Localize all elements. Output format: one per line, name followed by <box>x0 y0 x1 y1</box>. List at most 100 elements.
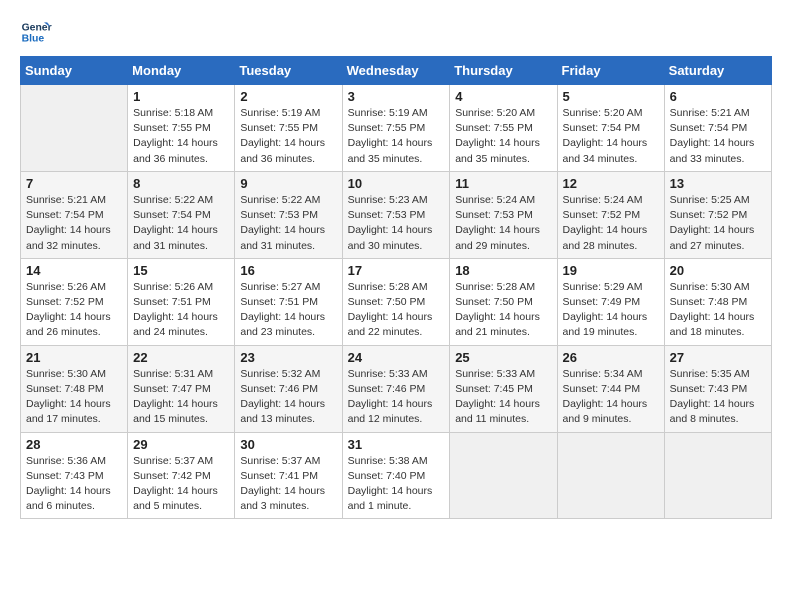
calendar-day-cell: 6 Sunrise: 5:21 AM Sunset: 7:54 PM Daylig… <box>664 85 771 172</box>
day-info: Sunrise: 5:30 AM Sunset: 7:48 PM Dayligh… <box>670 280 766 341</box>
day-info: Sunrise: 5:32 AM Sunset: 7:46 PM Dayligh… <box>240 367 336 428</box>
weekday-header: Thursday <box>450 57 557 85</box>
day-info: Sunrise: 5:37 AM Sunset: 7:42 PM Dayligh… <box>133 454 229 515</box>
calendar-day-cell: 28Sunrise: 5:36 AM Sunset: 7:43 PM Dayli… <box>21 432 128 519</box>
calendar-day-cell: 29 Sunrise: 5:37 AM Sunset: 7:42 PM Dayli… <box>128 432 235 519</box>
calendar-day-cell: 30Sunrise: 5:37 AM Sunset: 7:41 PM Dayli… <box>235 432 342 519</box>
day-info: Sunrise: 5:28 AM Sunset: 7:50 PM Dayligh… <box>348 280 445 341</box>
calendar-day-cell: 26Sunrise: 5:34 AM Sunset: 7:44 PM Dayli… <box>557 345 664 432</box>
calendar-day-cell: 4 Sunrise: 5:20 AM Sunset: 7:55 PM Daylig… <box>450 85 557 172</box>
calendar-day-cell: 12 Sunrise: 5:24 AM Sunset: 7:52 PM Dayli… <box>557 171 664 258</box>
day-number: 12 <box>563 176 659 191</box>
calendar-day-cell: 3 Sunrise: 5:19 AM Sunset: 7:55 PM Daylig… <box>342 85 450 172</box>
day-number: 3 <box>348 89 445 104</box>
calendar-day-cell <box>450 432 557 519</box>
calendar-day-cell: 16Sunrise: 5:27 AM Sunset: 7:51 PM Dayli… <box>235 258 342 345</box>
calendar-week-row: 14Sunrise: 5:26 AM Sunset: 7:52 PM Dayli… <box>21 258 772 345</box>
calendar-day-cell: 17 Sunrise: 5:28 AM Sunset: 7:50 PM Dayli… <box>342 258 450 345</box>
day-number: 20 <box>670 263 766 278</box>
day-info: Sunrise: 5:33 AM Sunset: 7:45 PM Dayligh… <box>455 367 551 428</box>
day-number: 10 <box>348 176 445 191</box>
calendar-day-cell: 7Sunrise: 5:21 AM Sunset: 7:54 PM Daylig… <box>21 171 128 258</box>
calendar-day-cell: 2 Sunrise: 5:19 AM Sunset: 7:55 PM Daylig… <box>235 85 342 172</box>
weekday-header: Sunday <box>21 57 128 85</box>
day-number: 24 <box>348 350 445 365</box>
calendar-day-cell: 21 Sunrise: 5:30 AM Sunset: 7:48 PM Dayli… <box>21 345 128 432</box>
day-info: Sunrise: 5:34 AM Sunset: 7:44 PM Dayligh… <box>563 367 659 428</box>
day-number: 30 <box>240 437 336 452</box>
day-number: 19 <box>563 263 659 278</box>
weekday-header: Saturday <box>664 57 771 85</box>
day-info: Sunrise: 5:30 AM Sunset: 7:48 PM Dayligh… <box>26 367 122 428</box>
weekday-header: Wednesday <box>342 57 450 85</box>
day-info: Sunrise: 5:38 AM Sunset: 7:40 PM Dayligh… <box>348 454 445 515</box>
day-info: Sunrise: 5:23 AM Sunset: 7:53 PM Dayligh… <box>348 193 445 254</box>
calendar-header-row: SundayMondayTuesdayWednesdayThursdayFrid… <box>21 57 772 85</box>
day-number: 2 <box>240 89 336 104</box>
calendar-table: SundayMondayTuesdayWednesdayThursdayFrid… <box>20 56 772 519</box>
day-info: Sunrise: 5:21 AM Sunset: 7:54 PM Dayligh… <box>670 106 766 167</box>
day-number: 13 <box>670 176 766 191</box>
day-number: 21 <box>26 350 122 365</box>
day-info: Sunrise: 5:24 AM Sunset: 7:53 PM Dayligh… <box>455 193 551 254</box>
day-number: 4 <box>455 89 551 104</box>
calendar-day-cell: 13 Sunrise: 5:25 AM Sunset: 7:52 PM Dayli… <box>664 171 771 258</box>
calendar-day-cell: 15 Sunrise: 5:26 AM Sunset: 7:51 PM Dayli… <box>128 258 235 345</box>
day-info: Sunrise: 5:22 AM Sunset: 7:54 PM Dayligh… <box>133 193 229 254</box>
day-number: 15 <box>133 263 229 278</box>
day-info: Sunrise: 5:31 AM Sunset: 7:47 PM Dayligh… <box>133 367 229 428</box>
day-info: Sunrise: 5:19 AM Sunset: 7:55 PM Dayligh… <box>348 106 445 167</box>
day-number: 28 <box>26 437 122 452</box>
day-number: 7 <box>26 176 122 191</box>
day-number: 1 <box>133 89 229 104</box>
day-info: Sunrise: 5:20 AM Sunset: 7:55 PM Dayligh… <box>455 106 551 167</box>
day-info: Sunrise: 5:26 AM Sunset: 7:51 PM Dayligh… <box>133 280 229 341</box>
day-number: 23 <box>240 350 336 365</box>
day-info: Sunrise: 5:28 AM Sunset: 7:50 PM Dayligh… <box>455 280 551 341</box>
day-info: Sunrise: 5:19 AM Sunset: 7:55 PM Dayligh… <box>240 106 336 167</box>
calendar-week-row: 21 Sunrise: 5:30 AM Sunset: 7:48 PM Dayli… <box>21 345 772 432</box>
day-number: 5 <box>563 89 659 104</box>
day-number: 8 <box>133 176 229 191</box>
calendar-day-cell: 24 Sunrise: 5:33 AM Sunset: 7:46 PM Dayli… <box>342 345 450 432</box>
day-number: 11 <box>455 176 551 191</box>
calendar-day-cell: 9 Sunrise: 5:22 AM Sunset: 7:53 PM Daylig… <box>235 171 342 258</box>
day-info: Sunrise: 5:24 AM Sunset: 7:52 PM Dayligh… <box>563 193 659 254</box>
calendar-day-cell: 31 Sunrise: 5:38 AM Sunset: 7:40 PM Dayli… <box>342 432 450 519</box>
calendar-day-cell: 5 Sunrise: 5:20 AM Sunset: 7:54 PM Daylig… <box>557 85 664 172</box>
day-number: 29 <box>133 437 229 452</box>
calendar-day-cell: 8 Sunrise: 5:22 AM Sunset: 7:54 PM Daylig… <box>128 171 235 258</box>
calendar-day-cell: 1 Sunrise: 5:18 AM Sunset: 7:55 PM Daylig… <box>128 85 235 172</box>
weekday-header: Monday <box>128 57 235 85</box>
calendar-day-cell: 22 Sunrise: 5:31 AM Sunset: 7:47 PM Dayli… <box>128 345 235 432</box>
calendar-day-cell: 27 Sunrise: 5:35 AM Sunset: 7:43 PM Dayli… <box>664 345 771 432</box>
day-info: Sunrise: 5:20 AM Sunset: 7:54 PM Dayligh… <box>563 106 659 167</box>
logo-icon: General Blue <box>20 16 52 48</box>
day-number: 17 <box>348 263 445 278</box>
calendar-day-cell: 25Sunrise: 5:33 AM Sunset: 7:45 PM Dayli… <box>450 345 557 432</box>
day-number: 6 <box>670 89 766 104</box>
day-number: 22 <box>133 350 229 365</box>
day-number: 31 <box>348 437 445 452</box>
day-info: Sunrise: 5:22 AM Sunset: 7:53 PM Dayligh… <box>240 193 336 254</box>
day-number: 18 <box>455 263 551 278</box>
page-header: General Blue <box>20 16 772 48</box>
day-info: Sunrise: 5:18 AM Sunset: 7:55 PM Dayligh… <box>133 106 229 167</box>
svg-text:Blue: Blue <box>22 34 45 45</box>
day-info: Sunrise: 5:27 AM Sunset: 7:51 PM Dayligh… <box>240 280 336 341</box>
day-info: Sunrise: 5:35 AM Sunset: 7:43 PM Dayligh… <box>670 367 766 428</box>
calendar-day-cell: 11 Sunrise: 5:24 AM Sunset: 7:53 PM Dayli… <box>450 171 557 258</box>
calendar-day-cell: 19 Sunrise: 5:29 AM Sunset: 7:49 PM Dayli… <box>557 258 664 345</box>
day-number: 9 <box>240 176 336 191</box>
day-info: Sunrise: 5:33 AM Sunset: 7:46 PM Dayligh… <box>348 367 445 428</box>
calendar-day-cell: 14Sunrise: 5:26 AM Sunset: 7:52 PM Dayli… <box>21 258 128 345</box>
day-number: 27 <box>670 350 766 365</box>
calendar-day-cell <box>21 85 128 172</box>
day-info: Sunrise: 5:26 AM Sunset: 7:52 PM Dayligh… <box>26 280 122 341</box>
weekday-header: Tuesday <box>235 57 342 85</box>
day-info: Sunrise: 5:25 AM Sunset: 7:52 PM Dayligh… <box>670 193 766 254</box>
calendar-week-row: 28Sunrise: 5:36 AM Sunset: 7:43 PM Dayli… <box>21 432 772 519</box>
calendar-week-row: 7Sunrise: 5:21 AM Sunset: 7:54 PM Daylig… <box>21 171 772 258</box>
day-info: Sunrise: 5:29 AM Sunset: 7:49 PM Dayligh… <box>563 280 659 341</box>
calendar-day-cell: 20 Sunrise: 5:30 AM Sunset: 7:48 PM Dayli… <box>664 258 771 345</box>
